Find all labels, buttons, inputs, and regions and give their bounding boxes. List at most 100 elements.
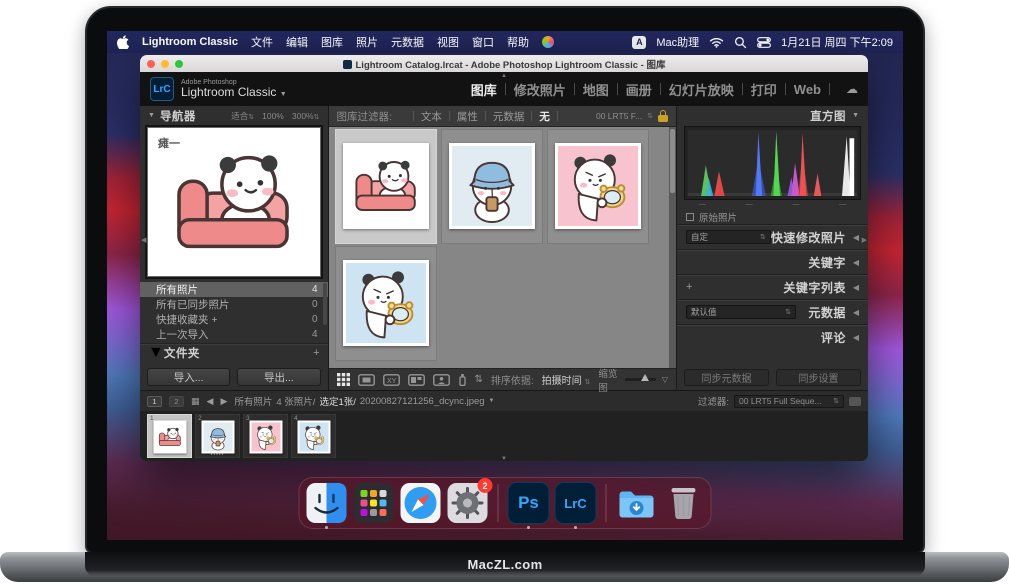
menu-extra-status-icon[interactable] — [542, 36, 554, 48]
filmstrip-thumb-1-selected[interactable]: 1 — [147, 414, 192, 458]
filmstrip-source-indicator[interactable]: 所有照片 4 张照片/ 选定1张/ 20200827121256_dcync.j… — [234, 394, 494, 408]
identity-caret-icon[interactable]: ▼ — [280, 91, 287, 98]
photo-cell-2[interactable] — [441, 129, 543, 244]
catalog-quick-collection[interactable]: 快捷收藏夹 + 0 — [140, 312, 328, 327]
dock-photoshop-icon[interactable]: Ps — [508, 482, 550, 524]
sort-value-select[interactable]: 拍摄时间 ⇅ — [542, 372, 591, 387]
module-map[interactable]: 地图 — [583, 80, 609, 99]
original-photo-checkbox[interactable] — [686, 213, 694, 221]
filmstrip-thumb-4[interactable]: 4 — [291, 414, 336, 458]
filter-attribute-option[interactable]: 属性 — [457, 109, 478, 124]
menu-help[interactable]: 帮助 — [507, 34, 529, 50]
dock-settings-icon[interactable]: 2 — [447, 482, 489, 524]
photo-cell-3[interactable] — [547, 129, 649, 244]
import-button[interactable]: 导入... — [147, 368, 230, 386]
histogram-header[interactable]: 直方图 ▼ — [677, 106, 868, 125]
menu-view[interactable]: 视图 — [437, 34, 459, 50]
menu-window[interactable]: 窗口 — [472, 34, 494, 50]
input-method-icon[interactable]: A — [632, 36, 646, 49]
navigator-header[interactable]: ▼ 导航器 适合⇅ 100% 300%⇅ — [140, 106, 328, 125]
folders-header[interactable]: ▼ 文件夹 + — [140, 343, 328, 361]
forward-arrow-icon[interactable]: ▶ — [220, 396, 227, 407]
assistant-status-item[interactable]: Mac助理 — [656, 34, 699, 50]
dock-trash-icon[interactable] — [663, 482, 705, 524]
catalog-all-photos[interactable]: 所有照片 4 — [140, 282, 328, 297]
metadata-preset-select[interactable]: 默认值⇅ — [686, 305, 796, 319]
dock-safari-icon[interactable] — [400, 482, 442, 524]
menu-library[interactable]: 图库 — [321, 34, 343, 50]
export-button[interactable]: 导出... — [237, 368, 320, 386]
module-develop[interactable]: 修改照片 — [514, 80, 566, 99]
dock-lightroom-icon[interactable]: LrC — [555, 482, 597, 524]
photo-cell-1-selected[interactable] — [335, 129, 437, 244]
catalog-scrollbar[interactable] — [323, 283, 327, 325]
zoom-100-option[interactable]: 100% — [262, 111, 284, 121]
filmstrip-thumb-3[interactable]: 3 — [243, 414, 288, 458]
survey-view-icon[interactable] — [408, 374, 425, 386]
main-window-button[interactable]: 1 — [147, 396, 162, 407]
cloud-sync-icon[interactable]: ☁ — [846, 82, 858, 96]
menubar-clock[interactable]: 1月21日 周四 下午2:09 — [781, 34, 893, 50]
section-expand-arrow-icon[interactable]: ◀ — [853, 283, 859, 292]
right-panel-collapse-arrow[interactable]: ▶ — [862, 236, 867, 244]
filmstrip-collapse-arrow[interactable]: ▼ — [501, 456, 507, 462]
filmstrip-thumb-2[interactable]: 2 ••••• — [195, 414, 240, 458]
navigator-preview[interactable]: 瘫一 — [147, 127, 321, 277]
filter-toggle-switch[interactable] — [849, 397, 861, 406]
loupe-view-icon[interactable] — [358, 374, 375, 386]
filmstrip-filter-select[interactable]: 00 LRT5 Full Seque...⇅ — [734, 395, 844, 408]
module-slideshow[interactable]: 幻灯片放映 — [669, 80, 734, 99]
filter-none-option[interactable]: 无 — [539, 109, 550, 124]
filter-lock-icon[interactable] — [658, 110, 668, 122]
dock-downloads-folder-icon[interactable] — [616, 482, 658, 524]
filter-preset-select[interactable]: 00 LRT5 F... — [596, 111, 642, 121]
slider-knob[interactable] — [641, 374, 649, 381]
control-center-icon[interactable] — [757, 37, 771, 48]
histogram-panel[interactable] — [684, 126, 861, 200]
module-book[interactable]: 画册 — [626, 80, 652, 99]
dock-finder-icon[interactable] — [306, 482, 348, 524]
menu-photo[interactable]: 照片 — [356, 34, 378, 50]
add-keyword-button[interactable]: + — [686, 281, 692, 293]
spotlight-search-icon[interactable] — [734, 36, 747, 49]
painter-spray-icon[interactable] — [458, 373, 467, 386]
toolbar-options-arrow-icon[interactable]: ▽ — [662, 375, 668, 384]
second-window-button[interactable]: 2 — [169, 396, 184, 407]
sync-metadata-button[interactable]: 同步元数据 — [684, 369, 769, 386]
left-panel-collapse-arrow[interactable]: ◀ — [141, 236, 146, 244]
menu-edit[interactable]: 编辑 — [286, 34, 308, 50]
module-print[interactable]: 打印 — [751, 80, 777, 99]
grid-scrollbar[interactable] — [669, 127, 676, 368]
back-arrow-icon[interactable]: ◀ — [207, 396, 214, 407]
add-folder-button[interactable]: + — [313, 347, 319, 359]
sync-settings-button[interactable]: 同步设置 — [776, 369, 861, 386]
original-photo-row[interactable]: 原始照片 — [677, 209, 868, 224]
menu-file[interactable]: 文件 — [251, 34, 273, 50]
grid-view-icon[interactable] — [337, 373, 350, 386]
top-panel-collapse-arrow[interactable]: ▲ — [501, 73, 507, 79]
section-expand-arrow-icon[interactable]: ◀ — [853, 258, 859, 267]
quick-develop-section[interactable]: 自定⇅ 快速修改照片 ◀ — [677, 224, 868, 249]
metadata-section[interactable]: 默认值⇅ 元数据 ◀ — [677, 299, 868, 324]
catalog-synced-photos[interactable]: 所有已同步照片 0 — [140, 297, 328, 312]
thumbnail-size-slider[interactable] — [625, 378, 656, 381]
grid-shortcut-icon[interactable]: ▦ — [191, 396, 200, 407]
dock-launchpad-icon[interactable] — [353, 482, 395, 524]
section-expand-arrow-icon[interactable]: ◀ — [853, 233, 859, 242]
zoom-300-option[interactable]: 300%⇅ — [292, 111, 320, 121]
section-expand-arrow-icon[interactable]: ◀ — [853, 333, 859, 342]
sort-direction-icon[interactable]: ⇅ — [475, 374, 483, 385]
zoom-fit-option[interactable]: 适合⇅ — [231, 110, 254, 122]
keyword-list-section[interactable]: + 关键字列表 ◀ — [677, 274, 868, 299]
comments-section[interactable]: 评论 ◀ — [677, 324, 868, 349]
photo-cell-4[interactable] — [335, 246, 437, 361]
menubar-app-name[interactable]: Lightroom Classic — [142, 36, 238, 48]
wifi-icon[interactable] — [709, 37, 724, 48]
module-web[interactable]: Web — [794, 82, 821, 97]
people-view-icon[interactable] — [433, 374, 450, 386]
menu-metadata[interactable]: 元数据 — [391, 34, 424, 50]
section-expand-arrow-icon[interactable]: ◀ — [853, 308, 859, 317]
apple-logo-icon[interactable] — [117, 35, 129, 49]
compare-view-icon[interactable]: XY — [383, 374, 400, 386]
module-library[interactable]: 图库 — [471, 80, 497, 99]
